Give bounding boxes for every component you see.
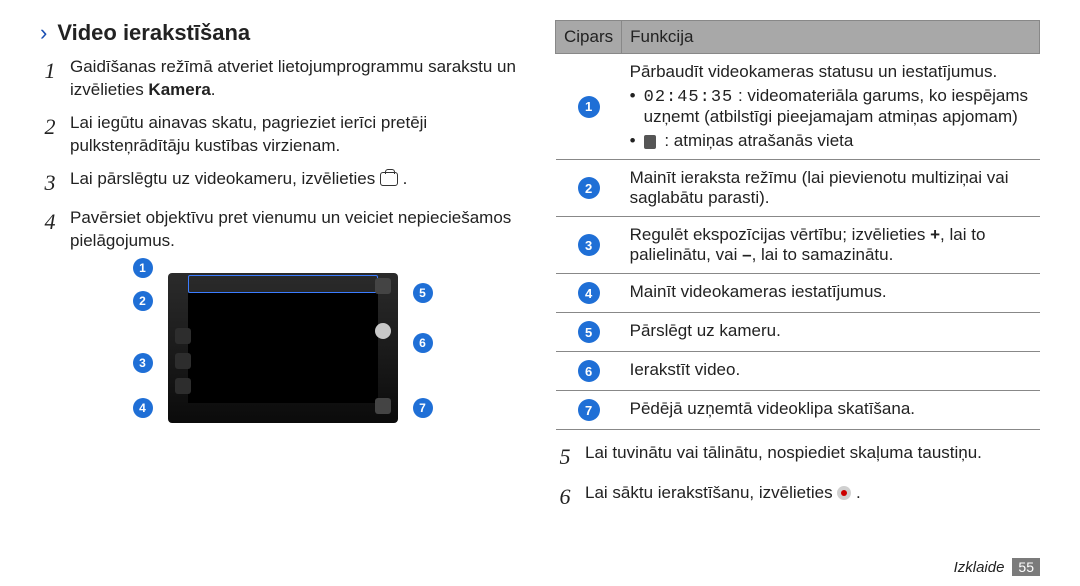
steps-list-continued: 5 Lai tuvinātu vai tālinātu, nospiediet … [555, 442, 1040, 511]
page-footer: Izklaide 55 [40, 558, 1040, 576]
row-badge: 4 [578, 282, 600, 304]
row-text: Pārbaudīt videokameras statusu un iestat… [630, 62, 1032, 82]
heading-arrow-icon: › [40, 20, 47, 46]
row-text: Regulēt ekspozīcijas vērtību; izvēlietie… [622, 217, 1040, 274]
table-row: 7 Pēdējā uzņemtā videoklipa skatīšana. [556, 391, 1040, 430]
function-table: Cipars Funkcija 1 Pārbaudīt videokameras… [555, 20, 1040, 430]
step-number: 4 [40, 207, 60, 253]
row-badge: 6 [578, 360, 600, 382]
step-2: 2 Lai iegūtu ainavas skatu, pagrieziet i… [40, 112, 525, 158]
callout-1: 1 [133, 258, 153, 278]
header-fn: Funkcija [622, 21, 1040, 54]
footer-label: Izklaide [954, 559, 1005, 576]
step-text: Lai tuvinātu vai tālinātu, nospiediet sk… [585, 442, 1040, 472]
step-text: Gaidīšanas režīmā atveriet lietojumprogr… [70, 56, 525, 102]
time-display: 02:45:35 [644, 88, 734, 107]
step-6: 6 Lai sāktu ierakstīšanu, izvēlieties . [555, 482, 1040, 512]
steps-list: 1 Gaidīšanas režīmā atveriet lietojumpro… [40, 56, 525, 253]
row-bullet: 02:45:35 : videomateriāla garums, ko ies… [630, 86, 1032, 127]
record-icon [837, 486, 851, 500]
overlay-record-icon [375, 323, 391, 339]
overlay-settings-icon [175, 378, 191, 394]
row-text: Pēdējā uzņemtā videoklipa skatīšana. [622, 391, 1040, 430]
row-bullet: : atmiņas atrašanās vieta [630, 131, 1032, 151]
step-number: 3 [40, 168, 60, 198]
section-heading: › Video ierakstīšana [40, 20, 525, 46]
step-text: Lai pārslēgtu uz videokameru, izvēlietie… [70, 168, 525, 198]
table-header-row: Cipars Funkcija [556, 21, 1040, 54]
step-text: Lai iegūtu ainavas skatu, pagrieziet ier… [70, 112, 525, 158]
row-badge: 2 [578, 177, 600, 199]
row-text: Pārslēgt uz kameru. [622, 313, 1040, 352]
callout-4: 4 [133, 398, 153, 418]
step-number: 6 [555, 482, 575, 512]
table-row: 1 Pārbaudīt videokameras statusu un iest… [556, 54, 1040, 160]
camera-screen [188, 293, 378, 403]
table-row: 2 Mainīt ieraksta režīmu (lai pievienotu… [556, 160, 1040, 217]
overlay-exposure-icon [175, 353, 191, 369]
callout-3: 3 [133, 353, 153, 373]
page-number: 55 [1012, 558, 1040, 576]
callout-6: 6 [413, 333, 433, 353]
row-text: Ierakstīt video. [622, 352, 1040, 391]
step-3: 3 Lai pārslēgtu uz videokameru, izvēliet… [40, 168, 525, 198]
table-row: 6 Ierakstīt video. [556, 352, 1040, 391]
row-text: Mainīt videokameras iestatījumus. [622, 274, 1040, 313]
table-row: 5 Pārslēgt uz kameru. [556, 313, 1040, 352]
table-row: 3 Regulēt ekspozīcijas vērtību; izvēliet… [556, 217, 1040, 274]
overlay-playback-icon [375, 398, 391, 414]
row-badge: 7 [578, 399, 600, 421]
camera-illustration: 1 2 3 4 5 6 7 [133, 263, 433, 433]
step-text: Lai sāktu ierakstīšanu, izvēlieties . [585, 482, 1040, 512]
row-badge: 1 [578, 96, 600, 118]
step-number: 1 [40, 56, 60, 102]
callout-7: 7 [413, 398, 433, 418]
header-num: Cipars [556, 21, 622, 54]
step-number: 5 [555, 442, 575, 472]
row-text: Mainīt ieraksta režīmu (lai pievienotu m… [622, 160, 1040, 217]
step-5: 5 Lai tuvinātu vai tālinātu, nospiediet … [555, 442, 1040, 472]
overlay-switch-icon [375, 278, 391, 294]
step-1: 1 Gaidīšanas režīmā atveriet lietojumpro… [40, 56, 525, 102]
step-text: Pavērsiet objektīvu pret vienumu un veic… [70, 207, 525, 253]
table-row: 4 Mainīt videokameras iestatījumus. [556, 274, 1040, 313]
overlay-mode-icon [175, 328, 191, 344]
camera-top-bar [188, 275, 378, 293]
memory-icon [644, 135, 656, 149]
step-4: 4 Pavērsiet objektīvu pret vienumu un ve… [40, 207, 525, 253]
callout-5: 5 [413, 283, 433, 303]
step-number: 2 [40, 112, 60, 158]
heading-title: Video ierakstīšana [57, 20, 250, 46]
callout-2: 2 [133, 291, 153, 311]
camera-icon [380, 172, 398, 186]
row-badge: 5 [578, 321, 600, 343]
row-badge: 3 [578, 234, 600, 256]
